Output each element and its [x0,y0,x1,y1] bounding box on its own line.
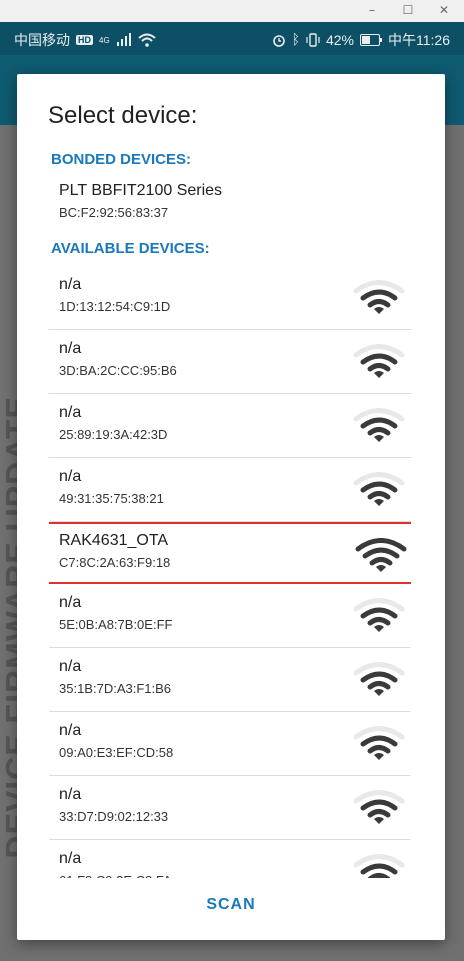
device-row[interactable]: n/a 25:89:19:3A:42:3D [49,394,411,458]
device-row[interactable]: n/a 33:D7:D9:02:12:33 [49,776,411,840]
device-row[interactable]: n/a 3D:BA:2C:CC:95:B6 [49,330,411,394]
bonded-devices-header: BONDED DEVICES: [51,151,192,168]
wifi-signal-icon [353,280,405,316]
select-device-dialog: Select device: BONDED DEVICES: PLT BBFIT… [17,74,445,940]
device-address: 5E:0B:A8:7B:0E:FF [59,617,173,632]
device-name: n/a [59,786,82,803]
device-address: C7:8C:2A:63:F9:18 [59,555,171,570]
network-type: 4G [99,35,110,45]
maximize-icon[interactable]: ☐ [398,2,418,18]
device-row[interactable]: n/a 1D:13:12:54:C9:1D [49,266,411,330]
wifi-status-icon [138,33,156,47]
wifi-signal-icon [353,726,405,762]
device-name: RAK4631_OTA [59,532,169,549]
device-name: n/a [59,658,82,675]
device-text: n/a 1D:13:12:54:C9:1D [59,276,170,314]
clock: 中午11:26 [388,32,450,48]
wifi-signal-icon [353,408,405,444]
device-address: 1D:13:12:54:C9:1D [59,299,171,314]
device-name: n/a [59,340,82,357]
device-row[interactable]: n/a 61:F8:C9:2E:C8:FA [49,840,411,878]
device-row[interactable]: n/a 49:31:35:75:38:21 [49,458,411,522]
device-address: 33:D7:D9:02:12:33 [59,809,169,824]
device-address: BC:F2:92:56:83:37 [59,205,169,220]
minimize-icon[interactable]: – [362,2,382,18]
device-name: n/a [59,276,82,293]
wifi-signal-icon [353,854,405,878]
scan-button[interactable]: SCAN [17,896,445,914]
device-row[interactable]: n/a 5E:0B:A8:7B:0E:FF [49,584,411,648]
window-title-bar: – ☐ ✕ [0,0,464,23]
device-address: 3D:BA:2C:CC:95:B6 [59,363,177,378]
carrier-label: 中国移动 [14,32,70,48]
device-address: 61:F8:C9:2E:C8:FA [59,873,172,878]
device-text: n/a 09:A0:E3:EF:CD:58 [59,722,173,760]
wifi-signal-icon [353,790,405,826]
device-text: n/a 49:31:35:75:38:21 [59,468,164,506]
device-name: PLT BBFIT2100 Series [59,182,223,199]
wifi-signal-icon [355,538,407,574]
device-name: n/a [59,468,82,485]
device-text: n/a 33:D7:D9:02:12:33 [59,786,168,824]
device-name: n/a [59,850,82,867]
device-name: n/a [59,594,82,611]
available-devices-header: AVAILABLE DEVICES: [51,240,210,257]
device-row-selected[interactable]: RAK4631_OTA C7:8C:2A:63:F9:18 [49,522,411,584]
device-address: 09:A0:E3:EF:CD:58 [59,745,174,760]
wifi-signal-icon [353,472,405,508]
battery-icon [360,34,382,46]
device-text: n/a 25:89:19:3A:42:3D [59,404,167,442]
dialog-title: Select device: [48,102,198,129]
hd-badge: HD [76,35,93,45]
device-text: n/a 61:F8:C9:2E:C8:FA [59,850,172,878]
device-name: n/a [59,722,82,739]
close-icon[interactable]: ✕ [434,2,454,18]
device-text: n/a 5E:0B:A8:7B:0E:FF [59,594,172,632]
status-bar: 中国移动 HD 4G ᛒ 42% 中午11:26 [0,22,464,55]
battery-percent: 42% [325,32,354,48]
bluetooth-icon: ᛒ [291,32,300,48]
device-address: 35:1B:7D:A3:F1:B6 [59,681,172,696]
device-row[interactable]: n/a 09:A0:E3:EF:CD:58 [49,712,411,776]
vibrate-icon [306,33,320,47]
wifi-signal-icon [353,344,405,380]
device-text: n/a 35:1B:7D:A3:F1:B6 [59,658,171,696]
wifi-signal-icon [353,598,405,634]
wifi-signal-icon [353,662,405,698]
available-devices-list[interactable]: n/a 1D:13:12:54:C9:1D n/a 3D:BA:2C:CC:95… [49,266,411,878]
signal-icon [116,33,131,46]
device-text: n/a 3D:BA:2C:CC:95:B6 [59,340,177,378]
device-address: 25:89:19:3A:42:3D [59,427,168,442]
device-row[interactable]: n/a 35:1B:7D:A3:F1:B6 [49,648,411,712]
device-name: n/a [59,404,82,421]
device-text: RAK4631_OTA C7:8C:2A:63:F9:18 [59,532,170,570]
alarm-icon [272,35,285,47]
device-address: 49:31:35:75:38:21 [59,491,164,506]
bonded-device-item[interactable]: PLT BBFIT2100 Series BC:F2:92:56:83:37 [59,182,222,220]
